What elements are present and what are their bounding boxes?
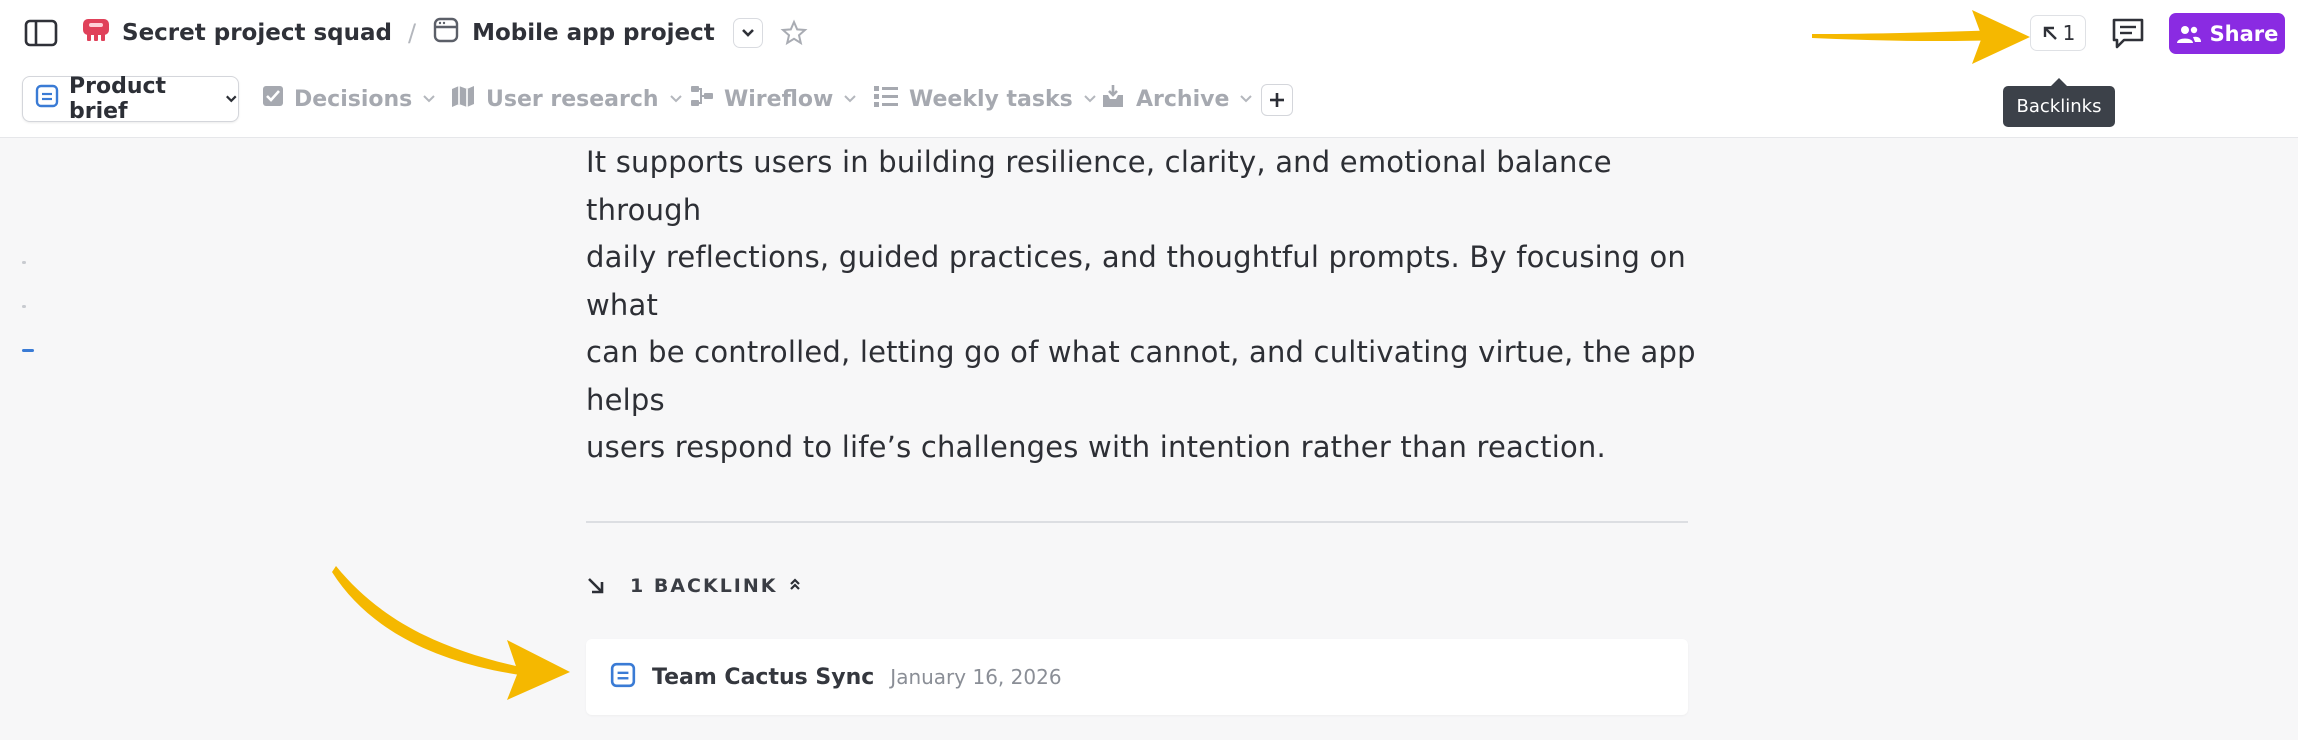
users-icon — [2176, 25, 2201, 43]
flow-icon — [690, 84, 714, 114]
workspace-name: Secret project squad — [122, 20, 392, 46]
chevron-down-icon — [226, 95, 237, 103]
chevron-down-icon — [423, 95, 435, 103]
map-icon — [450, 83, 476, 115]
workspace-logo-icon — [82, 17, 110, 49]
star-icon[interactable] — [779, 18, 809, 48]
project-dropdown-button[interactable] — [732, 18, 763, 48]
tab-label: Archive — [1136, 86, 1230, 112]
tab-archive[interactable]: Archive — [1100, 76, 1253, 122]
paragraph-line: can be controlled, letting go of what ca… — [586, 335, 1696, 417]
doc-icon — [35, 84, 59, 114]
breadcrumb: Secret project squad / Mobile app projec… — [82, 14, 809, 52]
breadcrumb-project[interactable]: Mobile app project — [432, 16, 715, 50]
chevron-down-icon — [1083, 95, 1096, 103]
list-icon — [873, 84, 899, 114]
comment-icon[interactable] — [2110, 16, 2146, 50]
backlink-title: Team Cactus Sync — [652, 664, 875, 690]
chevron-down-icon — [669, 95, 682, 103]
chevron-down-icon — [741, 29, 754, 37]
breadcrumb-workspace[interactable]: Secret project squad — [82, 17, 392, 49]
collapse-icon[interactable] — [788, 577, 802, 595]
document-paragraph[interactable]: It supports users in building resilience… — [586, 139, 1696, 472]
chevron-down-icon — [1240, 95, 1253, 103]
outline-marker[interactable] — [22, 261, 26, 264]
backlinks-section-header[interactable]: 1 BACKLINK — [586, 571, 802, 601]
arrow-down-right-icon — [588, 578, 604, 594]
chevron-down-icon — [844, 95, 857, 103]
sidebar-toggle-icon[interactable] — [24, 18, 58, 48]
backlinks-heading: 1 BACKLINK — [630, 575, 778, 597]
outline-marker-active[interactable] — [22, 349, 34, 352]
backlink-date: January 16, 2026 — [890, 665, 1062, 689]
backlinks-count: 1 — [2062, 21, 2076, 45]
tab-label: Decisions — [294, 86, 413, 112]
paragraph-line: daily reflections, guided practices, and… — [586, 240, 1687, 322]
add-tab-button[interactable] — [1261, 84, 1293, 116]
backlinks-button[interactable]: 1 — [2030, 15, 2086, 51]
top-bar: Secret project squad / Mobile app projec… — [0, 0, 2298, 66]
document-content: It supports users in building resilience… — [0, 139, 2298, 740]
tab-user-research[interactable]: User research — [450, 76, 683, 122]
tab-label: User research — [486, 86, 659, 112]
tab-label: Wireflow — [724, 86, 834, 112]
divider — [586, 521, 1688, 523]
arrow-up-left-icon — [2043, 26, 2057, 40]
checkbox-icon — [262, 85, 284, 113]
doc-icon — [610, 662, 636, 692]
tab-label: Weekly tasks — [909, 86, 1073, 112]
tab-product-brief[interactable]: Product brief — [22, 74, 239, 124]
plus-icon — [1270, 93, 1284, 107]
breadcrumb-separator: / — [407, 19, 417, 47]
page-tabs-bar: Product brief Decisions User research Wi… — [0, 66, 2298, 138]
backlink-item[interactable]: Team Cactus Sync January 16, 2026 — [586, 639, 1688, 715]
outline-marker[interactable] — [22, 305, 26, 308]
share-label: Share — [2209, 21, 2279, 46]
archive-icon — [1100, 83, 1126, 115]
tab-weekly-tasks[interactable]: Weekly tasks — [873, 76, 1097, 122]
backlinks-tooltip: Backlinks — [2003, 78, 2115, 127]
project-icon — [432, 16, 460, 50]
tab-decisions[interactable]: Decisions — [262, 76, 436, 122]
paragraph-line: It supports users in building resilience… — [586, 145, 1612, 227]
tab-wireflow[interactable]: Wireflow — [690, 76, 857, 122]
project-name: Mobile app project — [472, 20, 715, 46]
tab-label: Product brief — [69, 74, 167, 124]
share-button[interactable]: Share — [2169, 13, 2285, 54]
paragraph-line: users respond to life’s challenges with … — [586, 430, 1606, 464]
